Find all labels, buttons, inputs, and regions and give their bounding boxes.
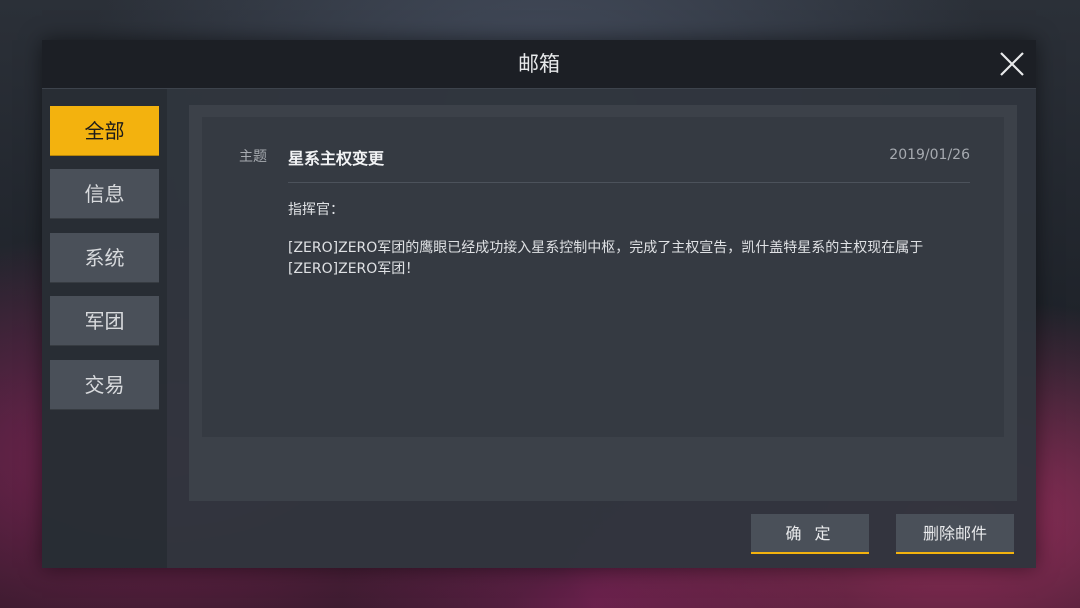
delete-mail-button[interactable]: 删除邮件: [896, 514, 1014, 554]
mail-date: 2019/01/26: [889, 147, 970, 163]
close-icon[interactable]: [996, 48, 1028, 80]
tab-all[interactable]: 全部: [50, 106, 159, 156]
tab-system[interactable]: 系统: [50, 233, 159, 283]
dialog-titlebar: 邮箱: [42, 40, 1036, 89]
tab-legion[interactable]: 军团: [50, 296, 159, 346]
dialog-title: 邮箱: [518, 52, 560, 76]
tab-trade[interactable]: 交易: [50, 360, 159, 410]
game-background: 邮箱 全部 信息 系统 军团 交易 主题 星系主权变更 2019/01/26 指…: [0, 0, 1080, 608]
mail-greeting: 指挥官：: [288, 202, 344, 218]
confirm-button[interactable]: 确 定: [751, 514, 869, 554]
tab-info[interactable]: 信息: [50, 169, 159, 219]
mail-category-sidebar: 全部 信息 系统 军团 交易: [42, 89, 167, 568]
mail-body-panel: 主题 星系主权变更 2019/01/26 指挥官： [ZERO]ZERO军团的鹰…: [202, 117, 1004, 437]
mail-subject: 星系主权变更: [288, 149, 385, 168]
mailbox-dialog: 邮箱 全部 信息 系统 军团 交易 主题 星系主权变更 2019/01/26 指…: [42, 40, 1036, 568]
subject-label: 主题: [239, 149, 267, 165]
divider: [288, 182, 970, 183]
mail-body: [ZERO]ZERO军团的鹰眼已经成功接入星系控制中枢，完成了主权宣告，凯什盖特…: [288, 240, 924, 277]
mail-content-panel: 主题 星系主权变更 2019/01/26 指挥官： [ZERO]ZERO军团的鹰…: [189, 105, 1017, 501]
